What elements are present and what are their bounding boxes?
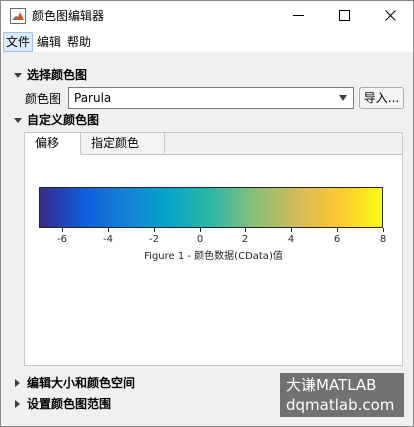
tab-shift[interactable]: 偏移 bbox=[25, 133, 81, 155]
chevron-right-icon bbox=[13, 399, 23, 409]
menu-file[interactable]: 文件 bbox=[3, 32, 34, 52]
section-title: 选择颜色图 bbox=[27, 68, 88, 82]
editor-content: 选择颜色图 颜色图 Parula 导入... 自定义颜色图 偏移 指定颜色 Fi… bbox=[1, 52, 413, 426]
colorbar-tick bbox=[245, 228, 246, 232]
tab-specify-colors[interactable]: 指定颜色 bbox=[81, 133, 165, 155]
chevron-down-icon bbox=[13, 115, 23, 125]
colorbar-tick-label: 0 bbox=[196, 234, 204, 245]
colorbar-tick bbox=[291, 228, 292, 232]
minimize-icon bbox=[292, 10, 304, 24]
title-bar: 颜色图编辑器 bbox=[1, 1, 413, 32]
colormap-dropdown-value: Parula bbox=[74, 91, 112, 105]
colorbar-tick-label: -6 bbox=[57, 234, 67, 245]
menu-bar: 文件 编辑 帮助 bbox=[1, 32, 413, 52]
colorbar-tick-label: 8 bbox=[379, 234, 387, 245]
section-title: 编辑大小和颜色空间 bbox=[27, 376, 136, 390]
colorbar-tick-label: 4 bbox=[287, 234, 295, 245]
import-button[interactable]: 导入... bbox=[359, 87, 404, 109]
colorbar-tick-label: -2 bbox=[149, 234, 159, 245]
watermark: 大谦MATLAB dqmatlab.com bbox=[280, 373, 404, 417]
colorbar-tick-label: 6 bbox=[333, 234, 341, 245]
select-colormap-header[interactable]: 选择颜色图 bbox=[13, 66, 87, 83]
colorbar-tick bbox=[337, 228, 338, 232]
close-button[interactable] bbox=[367, 1, 413, 32]
section-title: 设置颜色图范围 bbox=[27, 397, 112, 411]
maximize-icon bbox=[338, 9, 350, 24]
menu-edit[interactable]: 编辑 bbox=[35, 32, 63, 52]
dropdown-arrow-icon bbox=[339, 95, 347, 101]
close-icon bbox=[384, 9, 396, 24]
menu-help[interactable]: 帮助 bbox=[65, 32, 93, 52]
tab-body: Figure 1 - 颜色数据(CData)值 -6 -4 -2 0 2 4 6 8 bbox=[25, 155, 402, 365]
custom-colormap-header[interactable]: 自定义颜色图 bbox=[13, 111, 99, 128]
colorbar-tick-label: -4 bbox=[103, 234, 113, 245]
window-title: 颜色图编辑器 bbox=[32, 9, 105, 23]
section-title: 自定义颜色图 bbox=[27, 113, 100, 127]
watermark-line-2: dqmatlab.com bbox=[286, 396, 395, 414]
tab-strip: 偏移 指定颜色 bbox=[25, 133, 402, 155]
colorbar-tick bbox=[200, 228, 201, 232]
colorbar-tick bbox=[108, 228, 109, 232]
maximize-button[interactable] bbox=[321, 1, 367, 32]
colorbar-tick-label: 2 bbox=[241, 234, 249, 245]
colormap-label: 颜色图 bbox=[25, 92, 62, 106]
colorbar-tick bbox=[62, 228, 63, 232]
chevron-right-icon bbox=[13, 378, 23, 388]
colorbar-tick bbox=[383, 228, 384, 232]
colormap-editor-window: 颜色图编辑器 文件 编辑 帮助 选择颜色图 颜色图 Parula 导入... 自… bbox=[0, 0, 414, 427]
minimize-button[interactable] bbox=[275, 1, 321, 32]
matlab-logo-icon bbox=[10, 8, 26, 24]
set-colormap-range-header[interactable]: 设置颜色图范围 bbox=[13, 395, 111, 412]
colorbar[interactable] bbox=[39, 187, 383, 228]
empty-area bbox=[25, 263, 402, 365]
colorbar-figure: Figure 1 - 颜色数据(CData)值 -6 -4 -2 0 2 4 6 8 bbox=[25, 155, 402, 263]
customize-tab-panel: 偏移 指定颜色 Figure 1 - 颜色数据(CData)值 -6 -4 -2 0 2… bbox=[24, 132, 403, 366]
colorbar-tick bbox=[154, 228, 155, 232]
colorbar-axis-label: Figure 1 - 颜色数据(CData)值 bbox=[144, 251, 283, 262]
edit-size-colorspace-header[interactable]: 编辑大小和颜色空间 bbox=[13, 374, 135, 391]
chevron-down-icon bbox=[13, 70, 23, 80]
watermark-line-1: 大谦MATLAB bbox=[286, 376, 377, 394]
colormap-dropdown[interactable]: Parula bbox=[68, 87, 354, 109]
